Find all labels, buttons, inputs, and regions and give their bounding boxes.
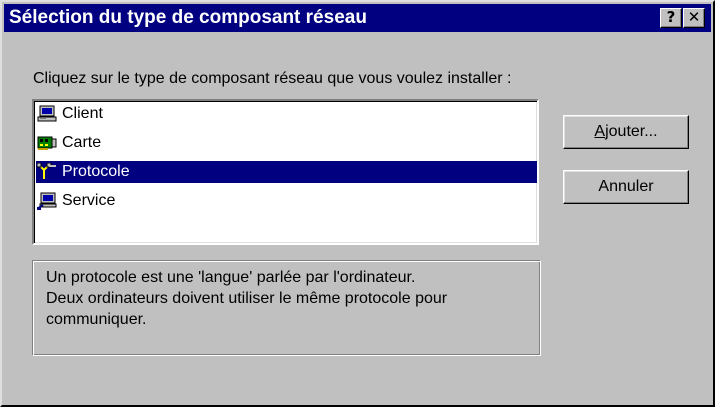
component-type-list[interactable]: Client Carte Protocole Service (32, 99, 539, 245)
help-button[interactable]: ? (660, 8, 682, 28)
list-item-carte[interactable]: Carte (36, 132, 537, 154)
list-item-label: Carte (62, 134, 102, 151)
protocol-cable-icon (37, 163, 56, 179)
description-line: Un protocole est une 'langue' parlée par… (46, 269, 416, 286)
add-button-mnemonic: A (594, 123, 606, 140)
client-computer-icon (37, 105, 57, 122)
network-component-dialog: Sélection du type de composant réseau ? … (0, 0, 715, 407)
list-item-label: Client (62, 105, 103, 122)
add-button-label: jouter... (605, 123, 658, 140)
description-box: Un protocole est une 'langue' parlée par… (32, 260, 541, 356)
service-computer-icon (37, 192, 57, 210)
network-card-icon (37, 136, 57, 150)
list-item-client[interactable]: Client (36, 103, 537, 125)
add-button[interactable]: Ajouter... (563, 115, 689, 149)
list-item-service[interactable]: Service (36, 190, 537, 212)
dialog-title: Sélection du type de composant réseau (9, 7, 367, 28)
list-item-label: Protocole (62, 163, 130, 180)
cancel-button[interactable]: Annuler (563, 170, 689, 204)
description-line: communiquer. (46, 311, 147, 328)
list-item-protocole[interactable]: Protocole (36, 161, 537, 183)
description-line: Deux ordinateurs doivent utiliser le mêm… (46, 290, 448, 307)
close-button[interactable]: ✕ (683, 8, 705, 28)
title-bar[interactable]: Sélection du type de composant réseau ? … (4, 4, 711, 32)
instruction-label: Cliquez sur le type de composant réseau … (33, 70, 512, 87)
list-item-label: Service (62, 192, 116, 209)
